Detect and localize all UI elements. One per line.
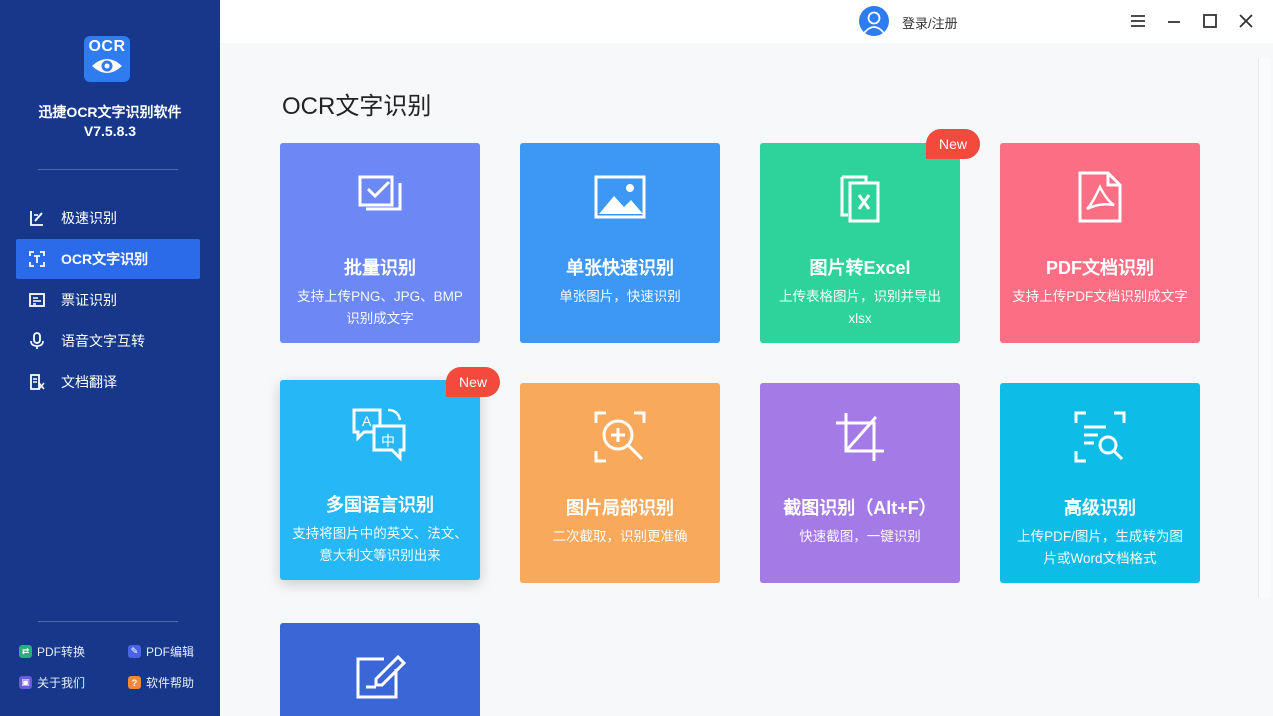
zoom-in-icon [594, 411, 646, 463]
ocr-scan-icon [28, 250, 46, 268]
maximize-button[interactable] [1201, 12, 1219, 30]
title-bar: 登录/注册 [220, 0, 1273, 43]
minimize-icon [1168, 21, 1180, 23]
sidebar-item-label: 文档翻译 [61, 374, 117, 390]
menu-button[interactable] [1129, 12, 1147, 30]
advanced-recognize-card[interactable]: 高级识别 上传PDF/图片，生成转为图片或Word文档格式 [1000, 383, 1200, 583]
crop-icon [836, 413, 884, 461]
card-desc: 上传PDF/图片，生成转为图片或Word文档格式 [1017, 529, 1183, 566]
language-icon: A 中 [352, 408, 406, 462]
image-to-excel-card[interactable]: 图片转Excel 上传表格图片，识别并导出xlsx [760, 143, 960, 343]
user-icon [863, 11, 885, 34]
sidebar-item-ocr[interactable]: OCR文字识别 [16, 239, 200, 279]
pdf-convert-link[interactable]: ⇄ PDF转换 [19, 643, 85, 660]
maximize-icon [1203, 14, 1217, 28]
card-title: 批量识别 [344, 258, 416, 278]
logo-text: OCR [88, 38, 126, 55]
app-name: 迅捷OCR文字识别软件 V7.5.8.3 [0, 103, 220, 141]
partial-recognize-card[interactable]: 图片局部识别 二次截取，识别更准确 [520, 383, 720, 583]
pdf-edit-label: PDF编辑 [146, 645, 195, 659]
svg-text:A: A [362, 413, 372, 429]
help-icon: ? [128, 676, 141, 689]
sidebar-item-label: 语音文字互转 [61, 333, 145, 349]
pdf-edit-icon: ✎ [128, 645, 141, 658]
new-badge: New [446, 367, 500, 397]
edit-icon [356, 654, 407, 699]
sidebar-item-ticket[interactable]: 票证识别 [16, 280, 200, 320]
sidebar-item-translate[interactable]: 文档翻译 [16, 362, 200, 402]
card-desc: 单张图片，快速识别 [559, 289, 681, 304]
svg-text:中: 中 [381, 434, 395, 450]
card-title: 多国语言识别 [326, 495, 434, 515]
excel-icon [840, 175, 880, 223]
card-desc: 支持上传PDF文档识别成文字 [1012, 289, 1188, 304]
screenshot-recognize-card[interactable]: 截图识别（Alt+F） 快速截图，一键识别 [760, 383, 960, 583]
help-link[interactable]: ? 软件帮助 [128, 674, 194, 691]
card-desc: 支持上传PNG、JPG、BMP识别成文字 [297, 289, 463, 326]
fast-recognize-icon [28, 209, 46, 227]
image-icon [594, 175, 646, 219]
scrollbar[interactable] [1258, 58, 1271, 598]
multi-language-card[interactable]: A 中 多国语言识别 支持将图片中的英文、法文、意大利文等识别出来 [280, 380, 480, 580]
page-title: OCR文字识别 [282, 93, 432, 120]
card-title: 图片局部识别 [566, 498, 674, 518]
hamburger-icon [1131, 15, 1145, 27]
sidebar-item-label: OCR文字识别 [61, 251, 149, 267]
about-icon: ▣ [19, 676, 32, 689]
close-button[interactable] [1237, 12, 1255, 30]
sidebar: OCR 迅捷OCR文字识别软件 V7.5.8.3 极速识别 OCR文字识别 票证… [0, 0, 220, 716]
batch-recognize-card[interactable]: 批量识别 支持上传PNG、JPG、BMP识别成文字 [280, 143, 480, 343]
ticket-icon [28, 291, 46, 309]
advanced-scan-icon [1074, 411, 1126, 463]
sidebar-divider-bottom [38, 621, 178, 622]
about-label: 关于我们 [37, 676, 86, 690]
sidebar-item-fast-recognize[interactable]: 极速识别 [16, 198, 200, 238]
edit-card[interactable] [280, 623, 480, 716]
card-title: 高级识别 [1064, 498, 1136, 518]
sidebar-item-speech[interactable]: 语音文字互转 [16, 321, 200, 361]
card-desc: 支持将图片中的英文、法文、意大利文等识别出来 [292, 526, 468, 563]
microphone-icon [28, 332, 46, 350]
single-quick-recognize-card[interactable]: 单张快速识别 单张图片，快速识别 [520, 143, 720, 343]
card-title: 截图识别（Alt+F） [783, 498, 937, 518]
pdf-convert-label: PDF转换 [37, 645, 86, 659]
pdf-convert-icon: ⇄ [19, 645, 32, 658]
card-desc: 快速截图，一键识别 [799, 529, 921, 544]
sidebar-divider [38, 169, 178, 170]
login-register-link[interactable]: 登录/注册 [902, 13, 958, 32]
translate-document-icon [28, 373, 46, 391]
close-icon [1239, 14, 1253, 28]
card-desc: 上传表格图片，识别并导出xlsx [779, 289, 941, 326]
sidebar-item-label: 极速识别 [61, 210, 117, 226]
pdf-icon [1078, 171, 1122, 223]
minimize-button[interactable] [1165, 12, 1183, 30]
pdf-recognize-card[interactable]: PDF文档识别 支持上传PDF文档识别成文字 [1000, 143, 1200, 343]
card-desc: 二次截取，识别更准确 [552, 529, 688, 544]
new-badge: New [926, 129, 980, 159]
avatar[interactable] [859, 6, 889, 36]
card-title: 单张快速识别 [566, 258, 674, 278]
batch-check-icon [358, 175, 402, 211]
app-title: 迅捷OCR文字识别软件 [38, 104, 182, 120]
card-title: 图片转Excel [809, 258, 911, 278]
about-link[interactable]: ▣ 关于我们 [19, 674, 85, 691]
pdf-edit-link[interactable]: ✎ PDF编辑 [128, 643, 194, 660]
app-version: V7.5.8.3 [83, 123, 137, 139]
app-logo: OCR [84, 36, 130, 82]
card-title: PDF文档识别 [1046, 258, 1154, 278]
eye-icon [92, 59, 122, 73]
sidebar-item-label: 票证识别 [61, 292, 117, 308]
help-label: 软件帮助 [146, 676, 195, 690]
